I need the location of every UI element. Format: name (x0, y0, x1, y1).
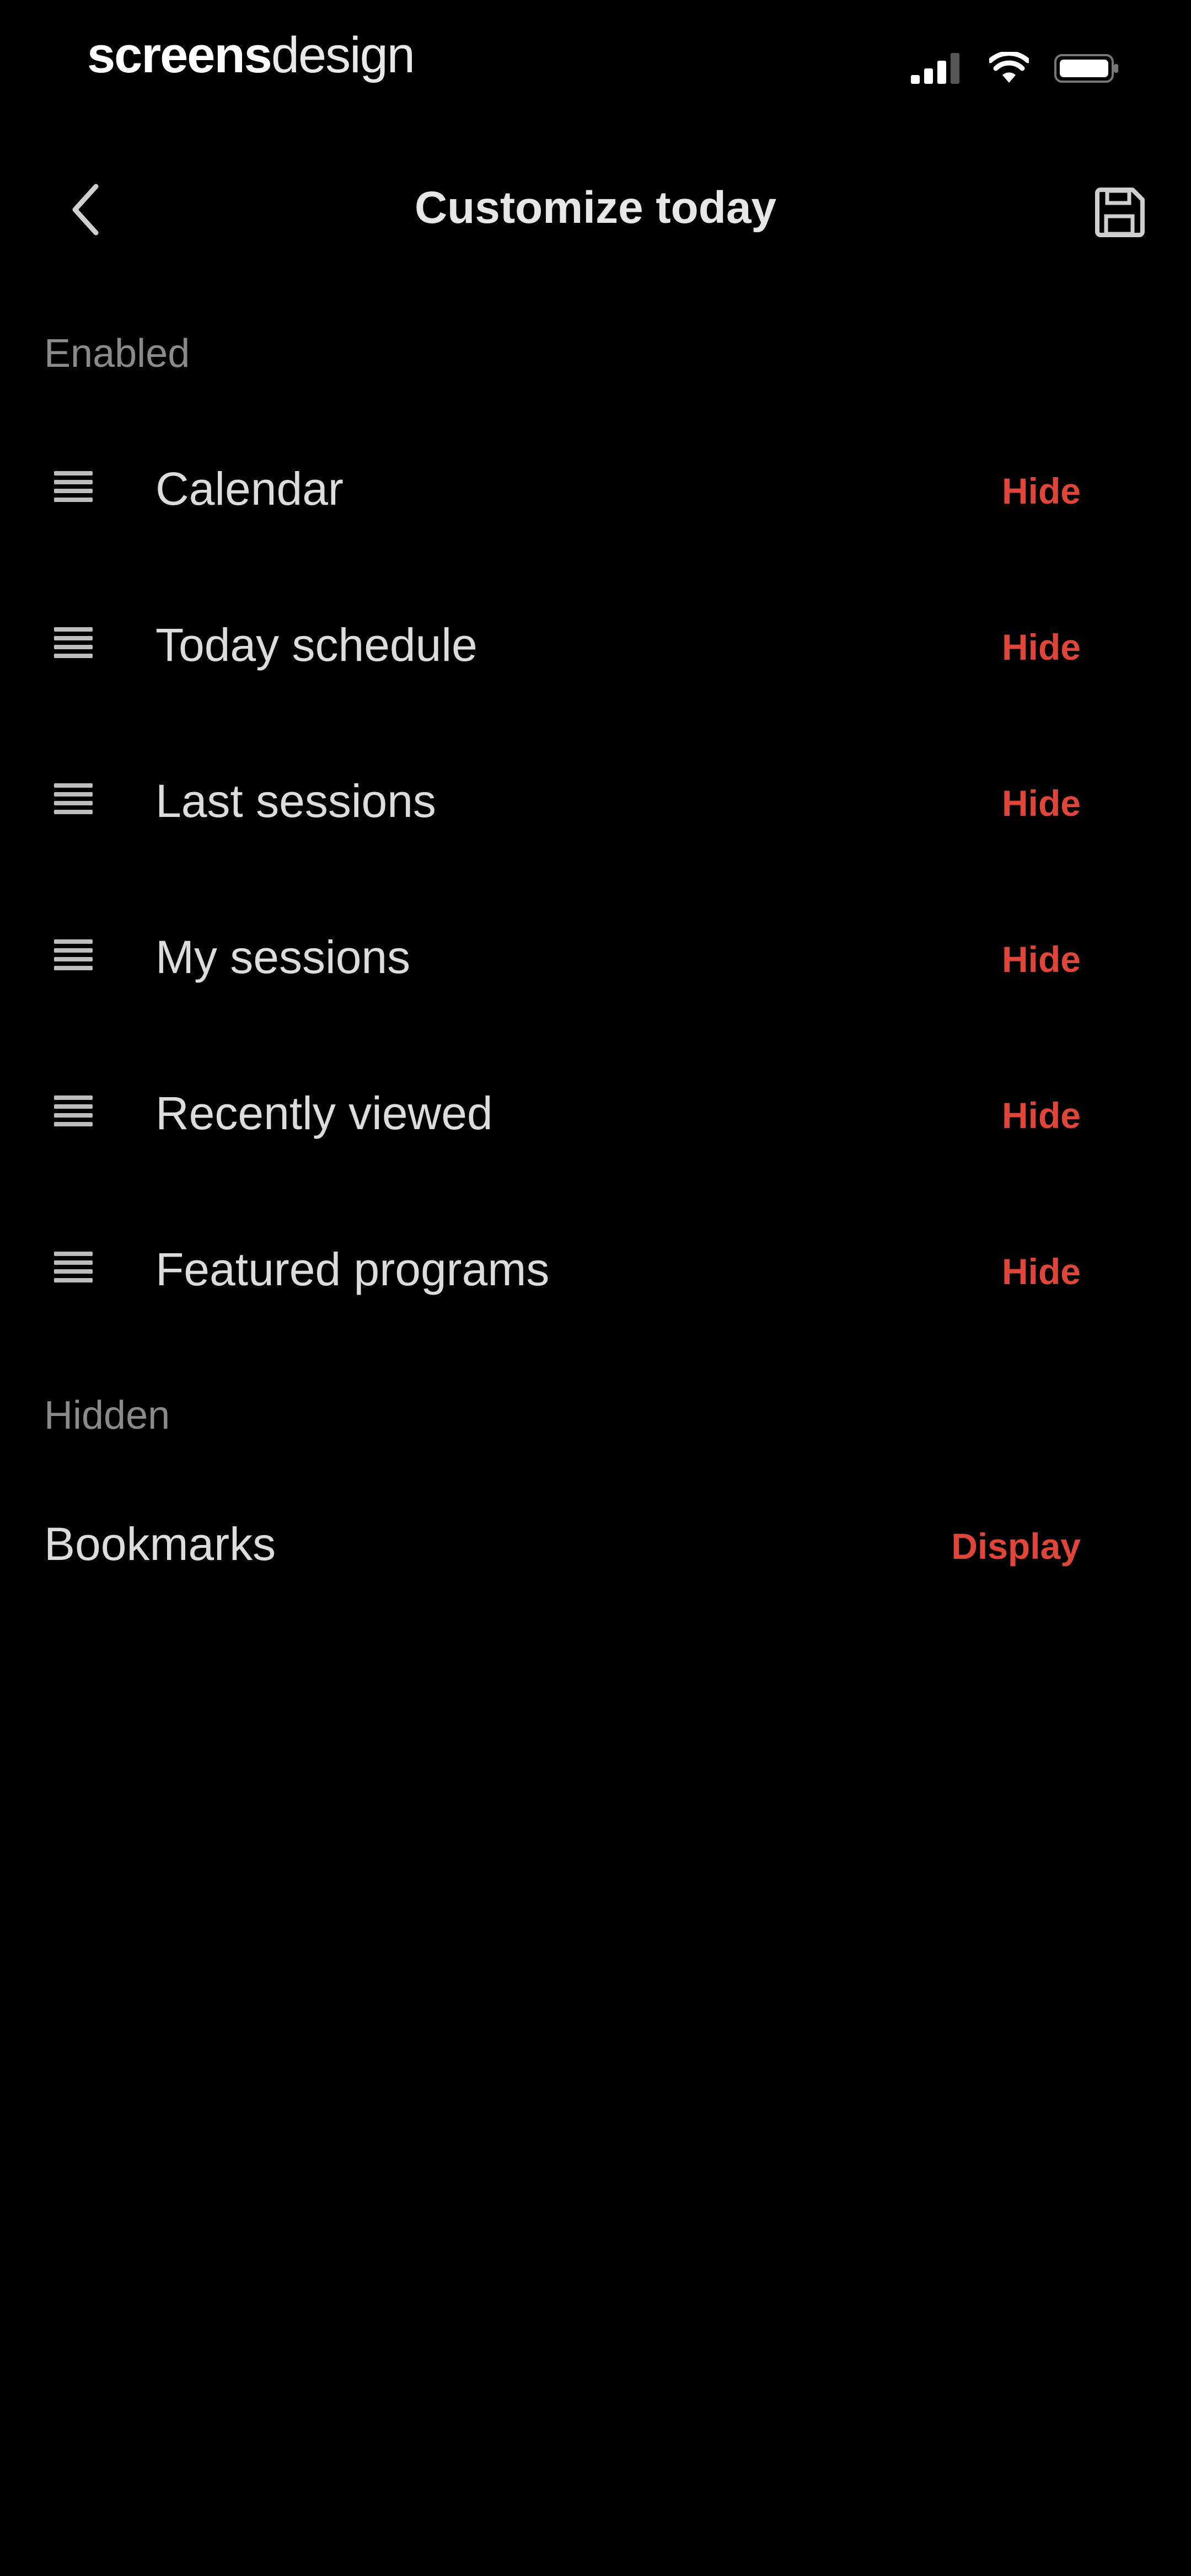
list-item: Recently viewed Hide (0, 1055, 1191, 1165)
brand-logo-light: design (271, 27, 415, 83)
list-item-label: Today schedule (155, 619, 478, 671)
drag-handle-icon[interactable] (53, 1093, 94, 1129)
save-icon (1095, 188, 1145, 237)
list-item-label: Last sessions (155, 775, 436, 827)
section-header-hidden: Hidden (44, 1393, 170, 1437)
drag-handle-icon[interactable] (53, 1249, 94, 1285)
drag-handle-icon[interactable] (53, 937, 94, 972)
page-title: Customize today (414, 183, 777, 233)
nav-bar: Customize today (0, 160, 1191, 259)
list-item-label: My sessions (155, 931, 411, 983)
drag-handle-icon[interactable] (53, 469, 94, 504)
list-item: My sessions Hide (0, 899, 1191, 1009)
brand-logo-bold: screens (87, 27, 272, 83)
display-button[interactable]: Display (951, 1525, 1081, 1567)
hide-button[interactable]: Hide (1002, 1094, 1081, 1136)
list-item: Calendar Hide (0, 430, 1191, 541)
signal-icon (911, 53, 959, 84)
list-item-label: Calendar (155, 463, 344, 515)
section-header-enabled: Enabled (44, 332, 190, 376)
list-item-label: Featured programs (155, 1243, 550, 1295)
list-item: Featured programs Hide (0, 1211, 1191, 1321)
list-item-label: Bookmarks (44, 1518, 276, 1570)
status-icons (909, 51, 1119, 86)
list-item: Last sessions Hide (0, 742, 1191, 853)
list-item-label: Recently viewed (155, 1087, 493, 1139)
hide-button[interactable]: Hide (1002, 1250, 1081, 1292)
wifi-icon (989, 52, 1029, 83)
drag-handle-icon[interactable] (53, 781, 94, 816)
save-button[interactable] (1086, 180, 1152, 246)
brand-logo: screensdesign (87, 26, 415, 84)
battery-icon (1054, 54, 1118, 83)
list-item: Bookmarks Display (0, 1485, 1191, 1596)
hide-button[interactable]: Hide (1002, 626, 1081, 668)
hide-button[interactable]: Hide (1002, 938, 1081, 980)
drag-handle-icon[interactable] (53, 625, 94, 660)
hide-button[interactable]: Hide (1002, 782, 1081, 824)
status-bar: screensdesign (0, 0, 1191, 121)
hide-button[interactable]: Hide (1002, 470, 1081, 512)
list-item: Today schedule Hide (0, 586, 1191, 697)
